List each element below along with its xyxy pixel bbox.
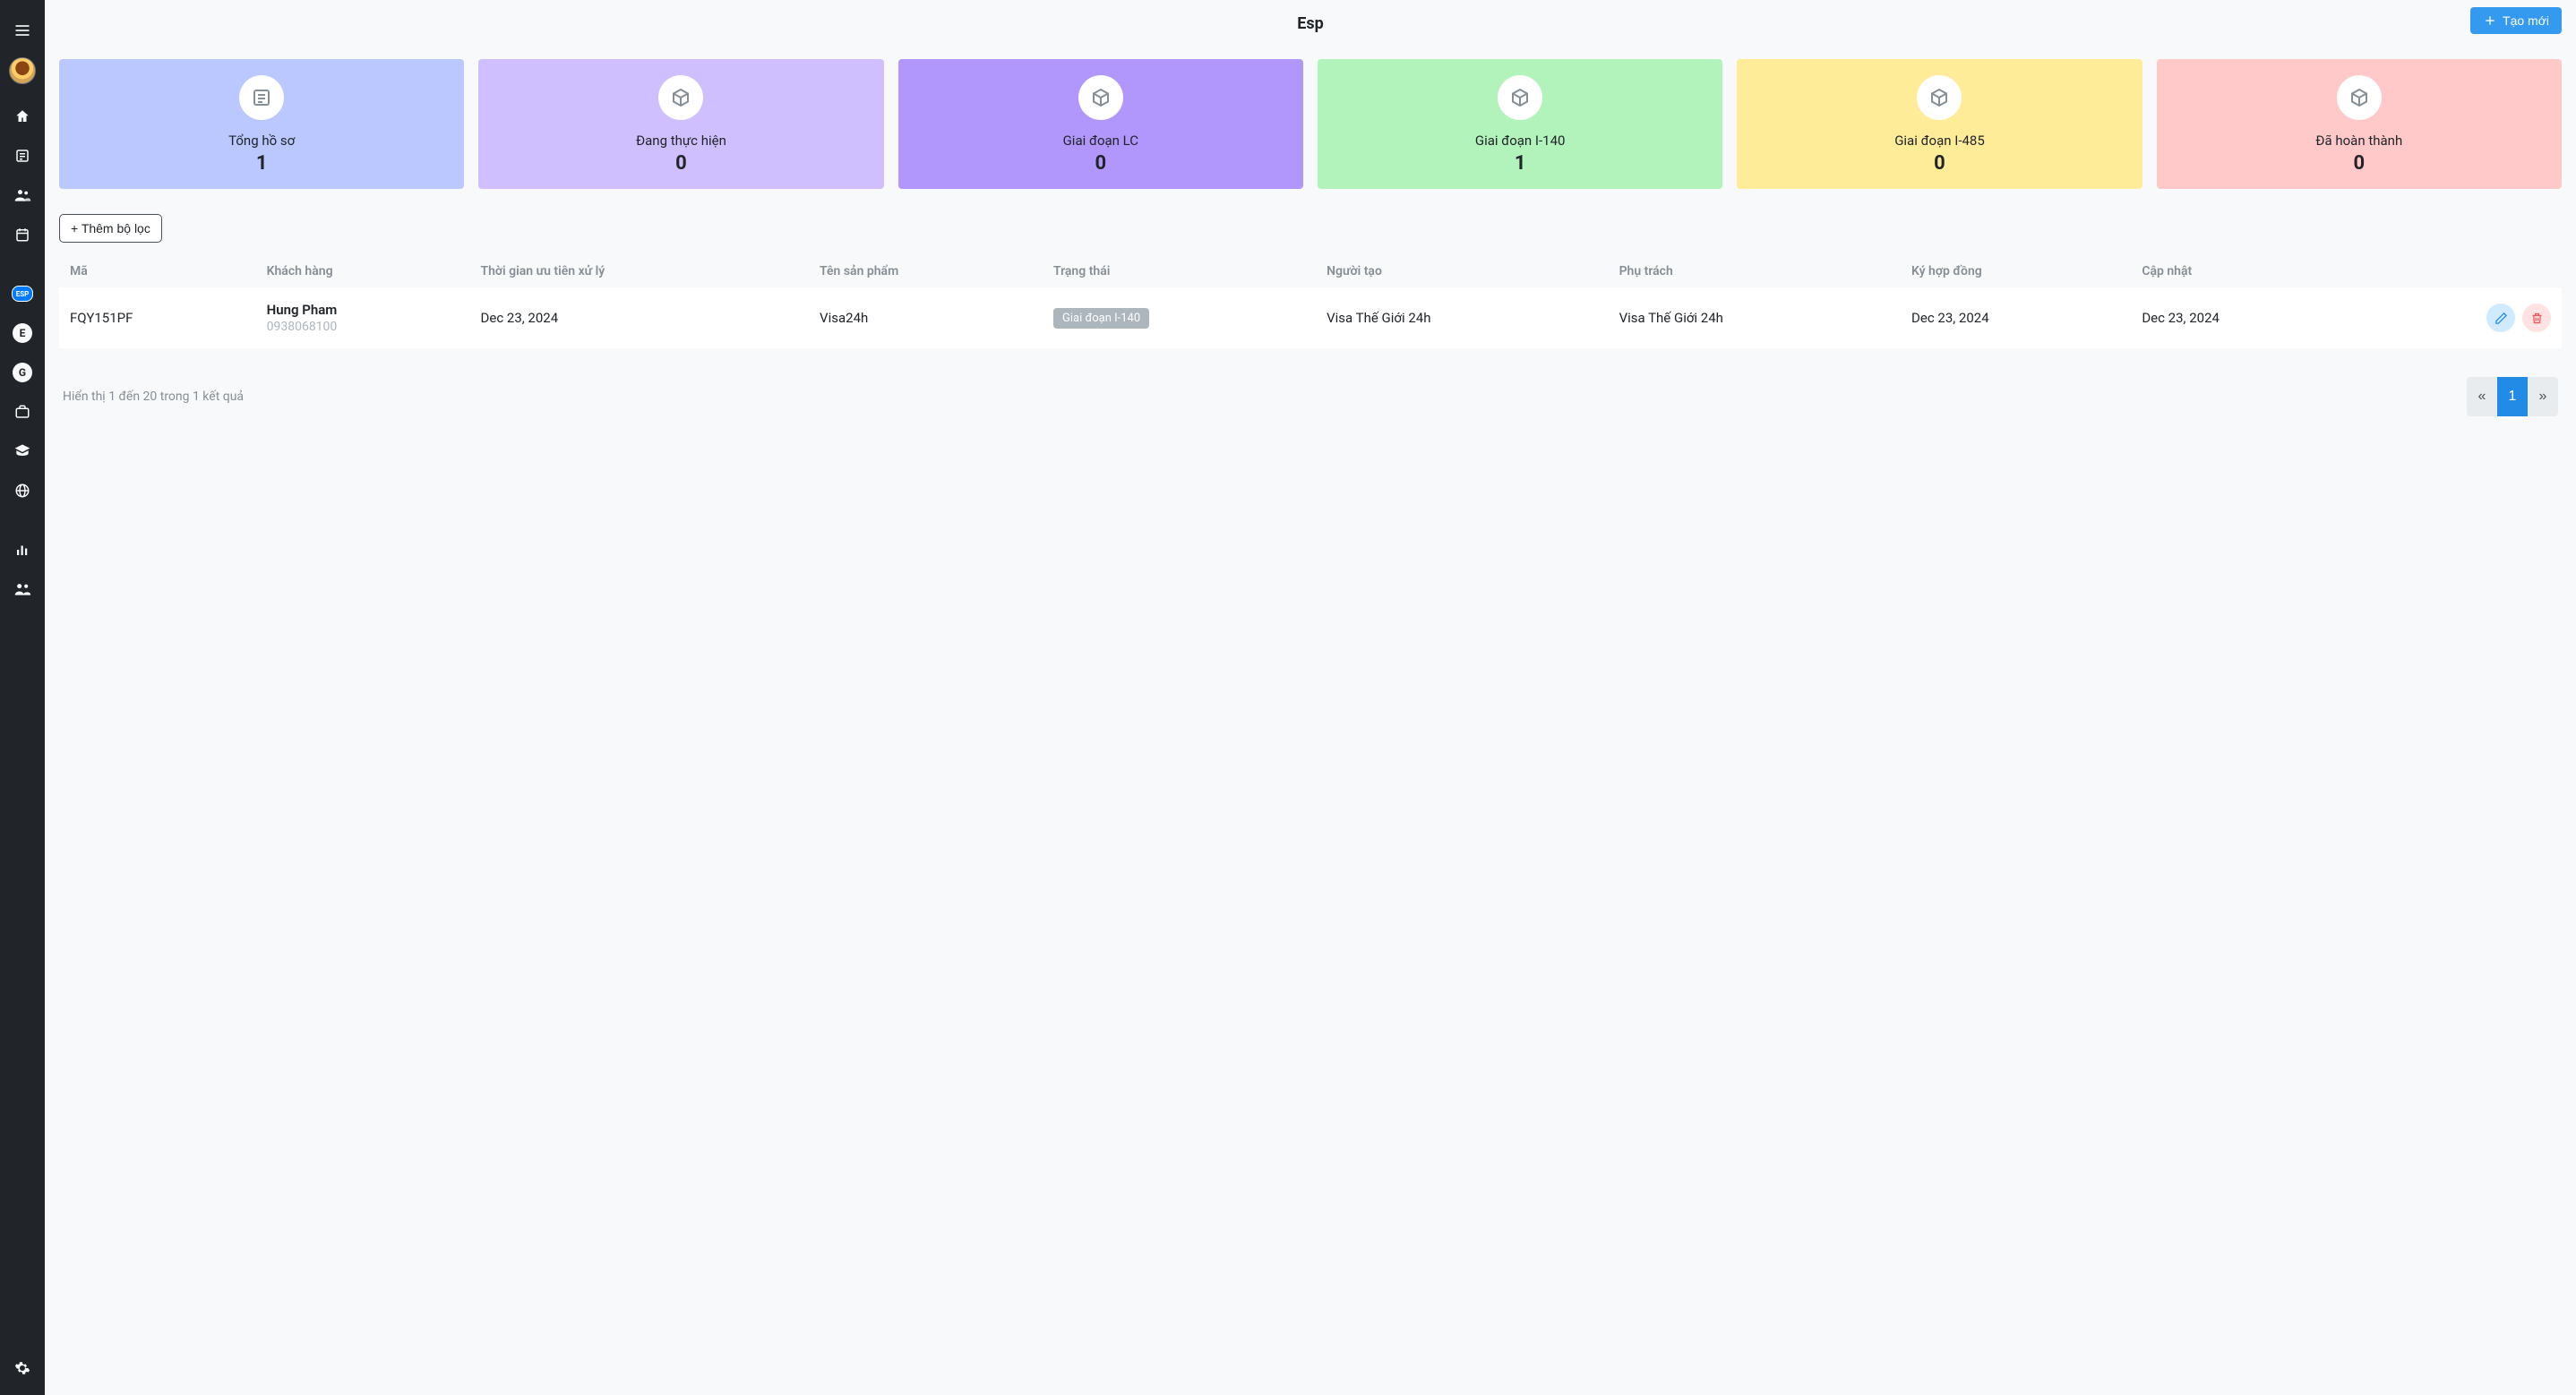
stat-icon (239, 75, 284, 120)
table-footer: Hiển thị 1 đến 20 trong 1 kết quả « 1 » (59, 377, 2562, 416)
users-icon (9, 182, 36, 209)
cell-contract: Dec 23, 2024 (1901, 287, 2131, 348)
create-button[interactable]: Tạo mới (2470, 7, 2562, 34)
nav-education[interactable] (0, 432, 45, 471)
create-button-label: Tạo mới (2503, 13, 2549, 28)
letter-g-icon: G (13, 363, 32, 382)
stat-icon (1078, 75, 1123, 120)
col-header[interactable]: Thời gian ưu tiên xử lý (470, 255, 810, 287)
nav-settings[interactable] (0, 1348, 45, 1388)
stat-label: Tổng hồ sơ (228, 133, 295, 149)
calendar-icon (9, 221, 36, 248)
nav-calendar[interactable] (0, 215, 45, 254)
nav-users[interactable] (0, 175, 45, 215)
col-header[interactable]: Cập nhật (2131, 255, 2361, 287)
stat-value: 0 (2354, 152, 2366, 175)
stat-icon (1498, 75, 1542, 120)
pagination: « 1 » (2467, 377, 2558, 416)
main-content: Esp Tạo mới Tổng hồ sơ1Đang thực hiện0Gi… (45, 0, 2576, 1395)
home-icon (9, 103, 36, 130)
cell-creator: Visa Thế Giới 24h (1316, 287, 1608, 348)
pencil-icon (2494, 312, 2508, 325)
graduation-cap-icon (9, 438, 36, 465)
stats-row: Tổng hồ sơ1Đang thực hiện0Giai đoạn LC0G… (59, 59, 2562, 189)
stat-label: Giai đoạn I-485 (1894, 133, 1985, 149)
plus-icon (2483, 13, 2497, 28)
stat-value: 1 (256, 152, 268, 175)
letter-e-icon: E (13, 323, 32, 343)
cell-status: Giai đoạn I-140 (1043, 287, 1316, 348)
edit-button[interactable] (2486, 304, 2515, 332)
esp-icon: ESP (12, 286, 33, 302)
cell-actions (2362, 287, 2562, 348)
page-1[interactable]: 1 (2497, 377, 2528, 416)
page-next[interactable]: » (2528, 377, 2558, 416)
globe-icon (9, 477, 36, 504)
col-header[interactable]: Trạng thái (1043, 255, 1316, 287)
stat-label: Đang thực hiện (636, 133, 726, 149)
col-header[interactable]: Tên sản phẩm (809, 255, 1043, 287)
cell-code: FQY151PF (59, 287, 256, 348)
col-header[interactable]: Người tạo (1316, 255, 1608, 287)
col-header[interactable]: Mã (59, 255, 256, 287)
briefcase-icon (9, 398, 36, 425)
stat-icon (658, 75, 703, 120)
gear-icon (9, 1355, 36, 1382)
nav-g[interactable]: G (0, 353, 45, 392)
menu-toggle[interactable] (0, 11, 45, 50)
stat-card-4[interactable]: Giai đoạn I-485 0 (1737, 59, 2142, 189)
table-header-row: MãKhách hàngThời gian ưu tiên xử lýTên s… (59, 255, 2562, 287)
nav-home[interactable] (0, 97, 45, 136)
cell-customer: Hung Pham0938068100 (256, 287, 470, 348)
stat-label: Giai đoạn I-140 (1475, 133, 1566, 149)
stat-label: Đã hoàn thành (2315, 133, 2402, 149)
stat-icon (1917, 75, 1962, 120)
stat-card-3[interactable]: Giai đoạn I-140 1 (1318, 59, 1722, 189)
stat-card-5[interactable]: Đã hoàn thành 0 (2157, 59, 2562, 189)
table-body: FQY151PFHung Pham0938068100Dec 23, 2024V… (59, 287, 2562, 348)
delete-button[interactable] (2522, 304, 2551, 332)
nav-esp[interactable]: ESP (0, 274, 45, 313)
stat-icon (2337, 75, 2382, 120)
trash-icon (2530, 312, 2544, 325)
nav-briefcase[interactable] (0, 392, 45, 432)
newspaper-icon (9, 142, 36, 169)
stat-value: 0 (1934, 152, 1945, 175)
stat-value: 0 (675, 152, 687, 175)
col-actions (2362, 255, 2562, 287)
nav-globe[interactable] (0, 471, 45, 510)
col-header[interactable]: Khách hàng (256, 255, 470, 287)
results-info: Hiển thị 1 đến 20 trong 1 kết quả (63, 389, 244, 404)
page-header: Esp Tạo mới (59, 7, 2562, 39)
col-header[interactable]: Phụ trách (1609, 255, 1901, 287)
col-header[interactable]: Ký hợp đồng (1901, 255, 2131, 287)
stat-card-1[interactable]: Đang thực hiện 0 (478, 59, 883, 189)
stat-card-2[interactable]: Giai đoạn LC 0 (898, 59, 1303, 189)
table-row[interactable]: FQY151PFHung Pham0938068100Dec 23, 2024V… (59, 287, 2562, 348)
stat-card-0[interactable]: Tổng hồ sơ 1 (59, 59, 464, 189)
nav-stats[interactable] (0, 530, 45, 569)
data-table: MãKhách hàngThời gian ưu tiên xử lýTên s… (59, 255, 2562, 348)
add-filter-button[interactable]: + Thêm bộ lọc (59, 214, 162, 243)
data-table-wrap: MãKhách hàngThời gian ưu tiên xử lýTên s… (59, 255, 2562, 348)
cell-assignee: Visa Thế Giới 24h (1609, 287, 1901, 348)
nav-team[interactable] (0, 569, 45, 609)
bar-chart-icon (9, 536, 36, 563)
status-badge: Giai đoạn I-140 (1053, 308, 1149, 329)
cell-updated: Dec 23, 2024 (2131, 287, 2361, 348)
hamburger-icon (9, 17, 36, 44)
stat-value: 1 (1515, 152, 1526, 175)
sidebar: ESP E G (0, 0, 45, 1395)
nav-e[interactable]: E (0, 313, 45, 353)
team-icon (9, 576, 36, 603)
avatar[interactable] (9, 57, 36, 84)
cell-product: Visa24h (809, 287, 1043, 348)
stat-value: 0 (1095, 152, 1107, 175)
stat-label: Giai đoạn LC (1063, 133, 1138, 149)
cell-priority: Dec 23, 2024 (470, 287, 810, 348)
page-prev[interactable]: « (2467, 377, 2497, 416)
page-title: Esp (1297, 14, 1324, 33)
nav-news[interactable] (0, 136, 45, 175)
